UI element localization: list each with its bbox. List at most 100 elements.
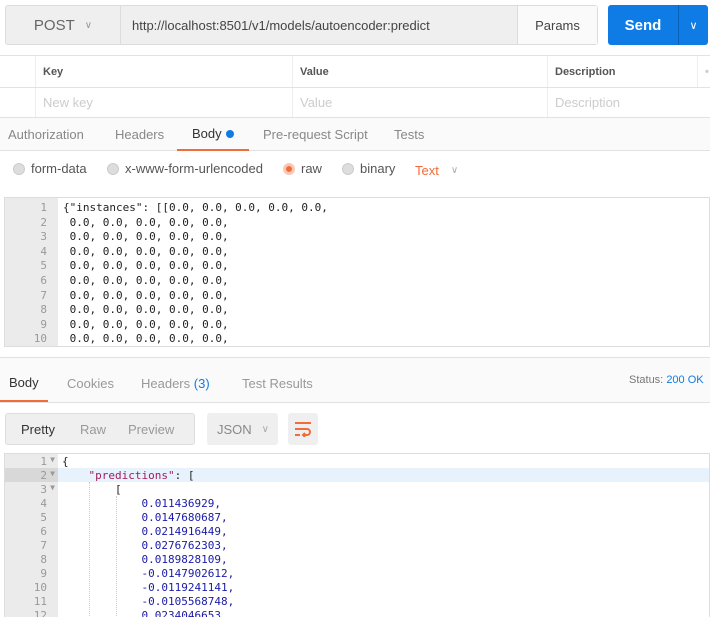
line-number-text: 5 <box>40 511 47 524</box>
col-key: Key <box>35 56 292 87</box>
line-number: 10 <box>5 581 58 594</box>
body-type-label: Text <box>415 163 439 178</box>
radio-label: binary <box>360 161 396 176</box>
request-body-editor[interactable]: 1 {"instances": [[0.0, 0.0, 0.0, 0.0, 0.0… <box>4 197 710 347</box>
more-icon[interactable]: • <box>697 56 710 87</box>
code-line: 0.0, 0.0, 0.0, 0.0, 0.0, <box>63 317 229 331</box>
line-number: 3 <box>5 230 58 243</box>
tab-pre-request-script[interactable]: Pre-request Script <box>263 118 368 151</box>
radio-raw[interactable]: raw <box>283 161 322 176</box>
code-line: 0.0189828109, <box>62 553 228 566</box>
code-line: 0.011436929, <box>62 497 221 510</box>
code-line: 0.0, 0.0, 0.0, 0.0, 0.0, <box>63 303 229 317</box>
method-select[interactable]: POST ∨ <box>6 6 121 44</box>
tab-body[interactable]: Body <box>177 118 249 151</box>
line-number-text: 9 <box>40 317 47 331</box>
body-type-select[interactable]: Text ∨ <box>415 163 458 178</box>
params-button[interactable]: Params <box>517 6 597 44</box>
json-key: "predictions" <box>88 469 175 482</box>
radio-label: x-www-form-urlencoded <box>125 161 263 176</box>
tab-authorization[interactable]: Authorization <box>8 118 84 151</box>
chevron-down-icon: ∨ <box>450 165 459 176</box>
line-number-text: 8 <box>40 553 47 566</box>
request-bar: POST ∨ http://localhost:8501/v1/models/au… <box>5 5 598 45</box>
line-number-text: 2 <box>40 469 47 482</box>
code-line: 0.0, 0.0, 0.0, 0.0, 0.0, <box>63 259 229 273</box>
send-button[interactable]: Send <box>608 5 678 45</box>
line-number-text: 4 <box>40 244 47 258</box>
line-number: 4 <box>5 245 58 258</box>
line-number: 2 ▼ <box>5 469 58 482</box>
line-number: 7 <box>5 289 58 302</box>
radio-binary[interactable]: binary <box>342 161 395 176</box>
line-number-text: 6 <box>40 274 47 287</box>
response-tab-headers[interactable]: Headers (3) <box>141 365 210 402</box>
line-number: 3 ▼ <box>5 483 58 496</box>
url-input[interactable]: http://localhost:8501/v1/models/autoenco… <box>121 6 517 44</box>
method-label: POST <box>33 16 75 34</box>
chevron-down-icon: ∨ <box>261 423 269 435</box>
code-line: 0.0276762303, <box>62 539 228 552</box>
line-number: 5 <box>5 259 58 272</box>
line-number-text: 10 <box>33 581 47 594</box>
line-number-text: 9 <box>40 567 47 580</box>
line-number-text: 5 <box>40 259 47 273</box>
tab-label: Headers <box>141 376 191 391</box>
send-options-chevron-icon[interactable]: ∨ <box>678 5 708 45</box>
line-number-text: 2 <box>40 215 47 229</box>
view-raw-button[interactable]: Raw <box>55 422 106 437</box>
modified-dot-icon <box>225 129 234 138</box>
format-select[interactable]: JSON ∨ <box>207 413 278 445</box>
send-button-group: Send ∨ <box>608 5 708 45</box>
response-status: Status: 200 OK <box>629 374 704 386</box>
tab-headers[interactable]: Headers <box>115 118 164 151</box>
fold-arrow-icon: ▼ <box>50 469 55 478</box>
wrap-lines-button[interactable] <box>288 413 318 445</box>
line-number: 6 <box>5 525 58 538</box>
response-tab-cookies[interactable]: Cookies <box>67 365 114 402</box>
code-line: 0.0, 0.0, 0.0, 0.0, 0.0, <box>63 288 229 302</box>
code-line: -0.0147902612, <box>62 567 235 580</box>
code-line: 0.0147680687, <box>62 511 228 524</box>
line-number-text: 11 <box>33 595 47 608</box>
description-input[interactable]: Description <box>547 88 710 117</box>
code-line: 0.0, 0.0, 0.0, 0.0, 0.0, <box>63 332 229 346</box>
key-input[interactable]: New key <box>35 88 292 117</box>
line-number-text: 7 <box>40 288 47 302</box>
code-line: 0.0, 0.0, 0.0, 0.0, 0.0, <box>63 230 229 244</box>
line-number: 10 <box>5 332 58 345</box>
radio-icon <box>342 162 354 175</box>
line-number: 5 <box>5 511 58 524</box>
line-number: 11 <box>5 595 58 608</box>
code-line: 0.0234046653, <box>62 609 228 617</box>
line-number-text: 1 <box>40 455 47 468</box>
line-number-text: 10 <box>33 332 47 346</box>
line-number: 9 <box>5 567 58 580</box>
line-number-text: 8 <box>40 303 47 317</box>
response-tab-body[interactable]: Body <box>0 365 48 402</box>
line-number: 9 <box>5 318 58 331</box>
headers-count-badge: (3) <box>193 376 210 391</box>
view-pretty-button[interactable]: Pretty <box>6 422 55 437</box>
col-value: Value <box>292 56 547 87</box>
radio-urlencoded[interactable]: x-www-form-urlencoded <box>107 161 263 176</box>
view-preview-button[interactable]: Preview <box>106 422 174 437</box>
radio-icon <box>13 162 25 175</box>
response-tab-test-results[interactable]: Test Results <box>242 365 313 402</box>
format-label: JSON <box>217 421 252 437</box>
code-line: 0.0, 0.0, 0.0, 0.0, 0.0, <box>63 274 229 287</box>
line-number-text: 4 <box>40 497 47 510</box>
tab-tests[interactable]: Tests <box>394 118 424 151</box>
value-input[interactable]: Value <box>292 88 547 117</box>
code-line: {"instances": [[0.0, 0.0, 0.0, 0.0, 0.0, <box>63 201 328 214</box>
code-line: "predictions": [ <box>88 469 195 482</box>
line-number-text: 1 <box>40 201 47 214</box>
response-body-viewer[interactable]: 1 ▼{2 ▼ "predictions": [3 ▼ [4 0.011436929,… <box>4 453 710 617</box>
radio-form-data[interactable]: form-data <box>13 161 87 176</box>
line-number-text: 6 <box>40 525 47 538</box>
line-number: 4 <box>5 497 58 510</box>
